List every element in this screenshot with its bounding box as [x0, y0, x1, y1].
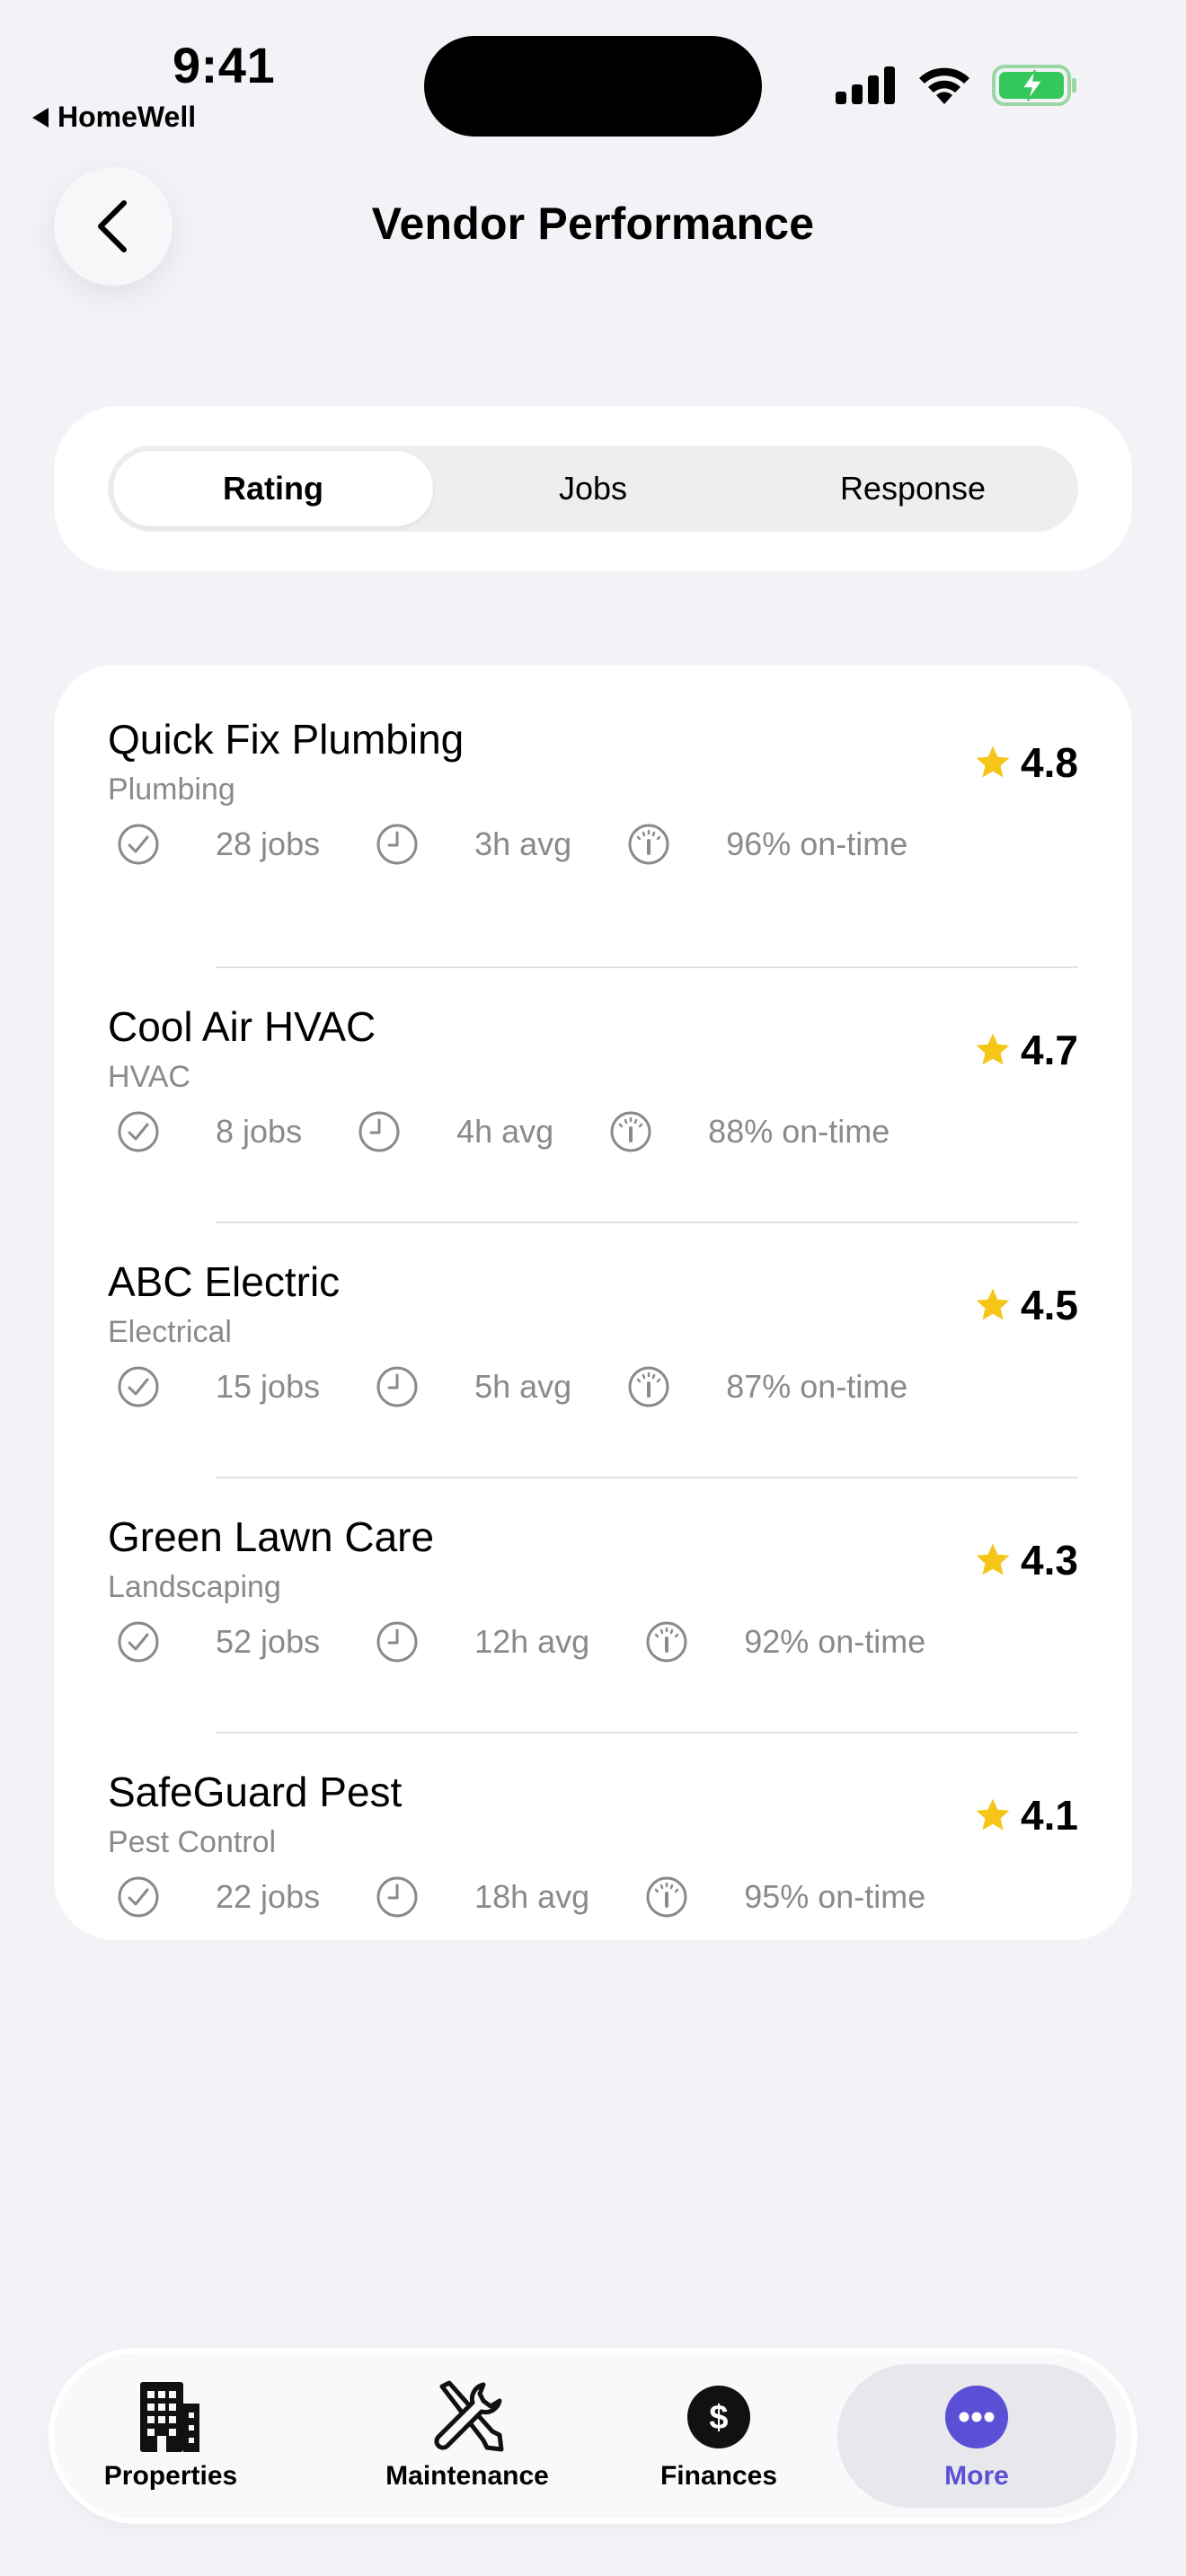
segment-rating[interactable]: Rating — [113, 451, 433, 526]
jobs-count: 8 jobs — [216, 1113, 303, 1150]
vendor-name: Quick Fix Plumbing — [108, 716, 465, 763]
tab-finances[interactable]: $ Finances — [647, 2353, 791, 2519]
avg-response: 4h avg — [456, 1113, 554, 1150]
vendor-category: Electrical — [108, 1315, 232, 1349]
vendor-name: Cool Air HVAC — [108, 1003, 376, 1050]
dynamic-island — [424, 36, 762, 137]
gauge-icon — [646, 1876, 687, 1918]
vendor-stats: 15 jobs 5h avg 87% on-time — [117, 1365, 963, 1408]
jobs-count: 52 jobs — [216, 1623, 321, 1660]
checkmark-circle-icon — [118, 1876, 159, 1918]
status-icons — [836, 65, 1078, 106]
avg-response: 3h avg — [474, 825, 572, 862]
vendor-row[interactable]: SafeGuard Pest Pest Control 4.1 22 jobs … — [108, 1732, 1078, 1987]
segment-jobs[interactable]: Jobs — [433, 451, 753, 526]
rating-value: 4.3 — [1021, 1537, 1078, 1584]
vendor-stats: 28 jobs 3h avg 96% on-time — [117, 823, 963, 866]
vendor-name: Green Lawn Care — [108, 1513, 435, 1560]
vendor-stats: 8 jobs 4h avg 88% on-time — [117, 1110, 945, 1153]
back-to-app-link[interactable]: HomeWell — [32, 101, 196, 134]
vendor-stats: 52 jobs 12h avg 92% on-time — [117, 1620, 981, 1663]
checkmark-circle-icon — [118, 1366, 159, 1407]
tab-maintenance[interactable]: Maintenance — [368, 2353, 566, 2519]
rating-value: 4.1 — [1021, 1792, 1078, 1839]
segment-response[interactable]: Response — [753, 451, 1073, 526]
star-icon — [976, 1543, 1010, 1575]
on-time-rate: 96% on-time — [726, 825, 908, 862]
vendor-list: Quick Fix Plumbing Plumbing 4.8 28 jobs … — [54, 665, 1132, 1940]
more-icon — [945, 2386, 1008, 2448]
vendor-row[interactable]: Cool Air HVAC HVAC 4.7 8 jobs 4h avg 88%… — [108, 966, 1078, 1222]
vendor-name: SafeGuard Pest — [108, 1769, 403, 1815]
cellular-signal-icon — [836, 66, 895, 104]
vendor-rating: 4.5 — [974, 1281, 1078, 1329]
back-app-label: HomeWell — [58, 101, 197, 133]
tools-icon — [434, 2380, 504, 2452]
clock-icon — [358, 1111, 400, 1152]
battery-charging-icon — [992, 65, 1076, 106]
tab-more[interactable]: More — [837, 2364, 1116, 2508]
tab-label: More — [944, 2461, 1009, 2491]
sort-segment-card: Rating Jobs Response — [54, 406, 1132, 571]
vendor-rating: 4.7 — [974, 1026, 1078, 1074]
vendor-rating: 4.1 — [974, 1791, 1078, 1839]
status-time: 9:41 — [173, 37, 276, 93]
tab-label: Finances — [659, 2461, 778, 2491]
rating-value: 4.7 — [1021, 1027, 1078, 1073]
on-time-rate: 95% on-time — [744, 1878, 926, 1915]
rating-value: 4.8 — [1021, 739, 1078, 786]
vendor-category: Pest Control — [108, 1825, 277, 1859]
gauge-icon — [628, 1366, 669, 1407]
wifi-icon — [919, 67, 969, 104]
gauge-icon — [628, 824, 669, 865]
vendor-category: HVAC — [108, 1060, 190, 1094]
gauge-icon — [610, 1111, 651, 1152]
vendor-row[interactable]: ABC Electric Electrical 4.5 15 jobs 5h a… — [108, 1222, 1078, 1477]
vendor-rating: 4.3 — [974, 1536, 1078, 1584]
star-icon — [976, 1033, 1010, 1065]
clock-icon — [376, 1621, 418, 1663]
screen: 9:41 HomeWell Vendor Performance Rating … — [0, 0, 1186, 2576]
rating-value: 4.5 — [1021, 1282, 1078, 1328]
vendor-row[interactable]: Quick Fix Plumbing Plumbing 4.8 28 jobs … — [108, 715, 1078, 966]
clock-icon — [376, 1366, 418, 1407]
on-time-rate: 92% on-time — [744, 1623, 926, 1660]
tab-label: Properties — [103, 2461, 238, 2491]
svg-text:$: $ — [709, 2399, 728, 2437]
vendor-name: ABC Electric — [108, 1258, 341, 1305]
gauge-icon — [646, 1621, 687, 1663]
vendor-category: Landscaping — [108, 1570, 281, 1604]
star-icon — [976, 745, 1010, 778]
on-time-rate: 87% on-time — [726, 1368, 908, 1405]
jobs-count: 15 jobs — [216, 1368, 321, 1405]
jobs-count: 28 jobs — [216, 825, 321, 862]
avg-response: 18h avg — [474, 1878, 590, 1915]
vendor-rating: 4.8 — [974, 738, 1078, 787]
page-title: Vendor Performance — [371, 198, 815, 249]
star-icon — [976, 1288, 1010, 1320]
vendor-stats: 22 jobs 18h avg 95% on-time — [117, 1875, 981, 1919]
avg-response: 12h avg — [474, 1623, 590, 1660]
star-icon — [976, 1798, 1010, 1831]
on-time-rate: 88% on-time — [708, 1113, 890, 1150]
back-triangle-icon — [32, 107, 49, 128]
tab-label: Maintenance — [385, 2461, 549, 2491]
checkmark-circle-icon — [118, 824, 159, 865]
checkmark-circle-icon — [118, 1111, 159, 1152]
building-icon — [140, 2382, 199, 2452]
dollar-icon: $ — [687, 2386, 750, 2448]
clock-icon — [376, 1876, 418, 1918]
sort-segmented-control: Rating Jobs Response — [108, 446, 1078, 532]
clock-icon — [376, 824, 418, 865]
tab-bar: Properties Maintenance $ Finances More — [54, 2353, 1132, 2519]
avg-response: 5h avg — [474, 1368, 572, 1405]
vendor-row[interactable]: Green Lawn Care Landscaping 4.3 52 jobs … — [108, 1477, 1078, 1732]
jobs-count: 22 jobs — [216, 1878, 321, 1915]
tab-properties[interactable]: Properties — [90, 2353, 252, 2519]
checkmark-circle-icon — [118, 1621, 159, 1663]
vendor-category: Plumbing — [108, 772, 235, 807]
